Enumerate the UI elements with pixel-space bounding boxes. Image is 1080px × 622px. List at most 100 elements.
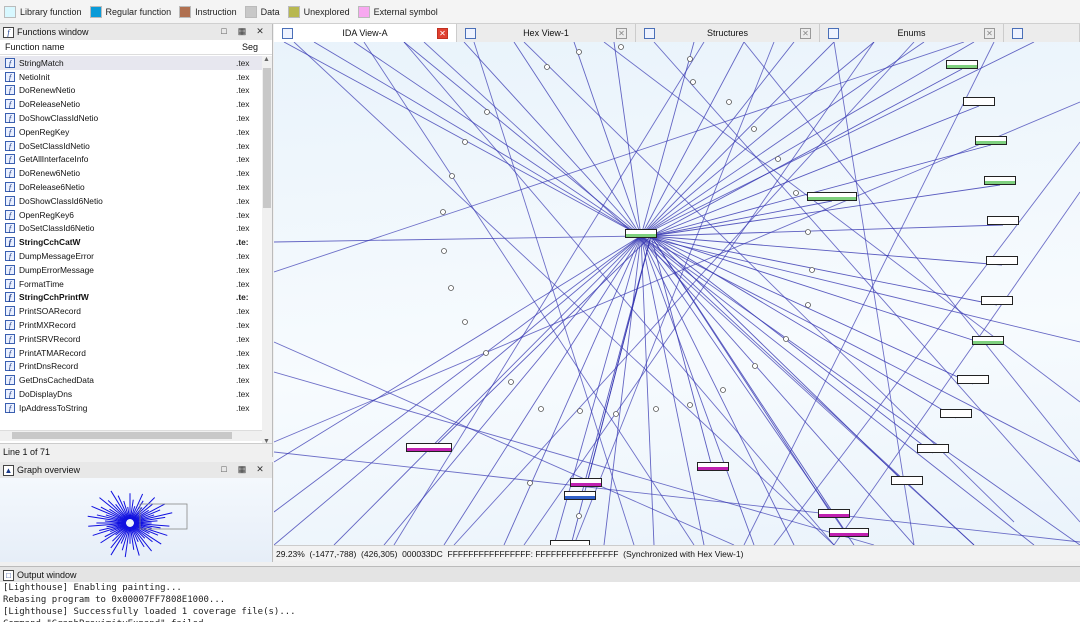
view-tab-bar: IDA View-A ✕ Hex View-1 ✕ Structures ✕ E… [274, 24, 1080, 43]
function-segment: .tex [236, 57, 250, 68]
function-node[interactable] [829, 528, 869, 537]
function-node[interactable] [917, 444, 949, 453]
function-node[interactable] [981, 296, 1013, 305]
scroll-up-icon[interactable]: ▲ [263, 56, 270, 63]
scrollbar-thumb[interactable] [12, 432, 232, 439]
function-row[interactable]: f PrintDnsRecord .tex [0, 360, 262, 374]
function-row[interactable]: f FormatTime .tex [0, 277, 262, 291]
tab-label: Structures [706, 28, 748, 38]
function-node[interactable] [986, 256, 1018, 265]
edge-handle [462, 319, 468, 325]
function-row[interactable]: f StringCchPrintfW .te: [0, 291, 262, 305]
column-header-segment[interactable]: Seg [242, 42, 258, 52]
function-node[interactable] [957, 375, 989, 384]
function-row[interactable]: f DumpErrorMessage .tex [0, 263, 262, 277]
function-row[interactable]: f DoRenew6Netio .tex [0, 166, 262, 180]
node-color-band [976, 141, 1006, 144]
function-node[interactable] [891, 476, 923, 485]
float-icon[interactable]: ▦ [236, 464, 248, 475]
function-row[interactable]: f PrintSOARecord .tex [0, 304, 262, 318]
function-row[interactable]: f DoShowClassIdNetio .tex [0, 111, 262, 125]
function-row[interactable]: f NetioInit .tex [0, 70, 262, 84]
function-node[interactable] [564, 491, 596, 500]
function-segment: .tex [236, 389, 250, 400]
restore-icon[interactable]: □ [218, 26, 230, 36]
function-name: DoReleaseNetio [19, 99, 80, 110]
tab-close-icon[interactable]: ✕ [437, 27, 448, 39]
function-row[interactable]: f DoRelease6Netio .tex [0, 180, 262, 194]
function-row[interactable]: f GetAllInterfaceInfo .tex [0, 153, 262, 167]
restore-icon[interactable]: □ [218, 464, 230, 474]
function-icon: f [5, 99, 15, 110]
function-row[interactable]: f DoSetClassIdNetio .tex [0, 139, 262, 153]
function-segment: .te: [236, 292, 249, 303]
function-row[interactable]: f StringCchCatW .te: [0, 235, 262, 249]
function-node[interactable] [406, 443, 452, 452]
function-node[interactable] [987, 216, 1019, 225]
call-edge [773, 141, 1080, 545]
function-row[interactable]: f DoShowClassId6Netio .tex [0, 194, 262, 208]
function-row[interactable]: f OpenRegKey6 .tex [0, 208, 262, 222]
column-header-function-name[interactable]: Function name [5, 42, 65, 52]
tab-ida-view-a[interactable]: IDA View-A ✕ [274, 24, 457, 42]
edge-handle [538, 406, 544, 412]
function-row[interactable]: f PrintSRVRecord .tex [0, 332, 262, 346]
tab-label: Enums [897, 28, 926, 38]
function-segment: .tex [236, 333, 250, 344]
function-node[interactable] [697, 462, 729, 471]
function-row[interactable]: f DoDisplayDns .tex [0, 387, 262, 401]
graph-overview-thumbnail[interactable] [0, 478, 272, 562]
output-log[interactable]: [Lighthouse] Enabling painting... Rebasin… [0, 582, 1080, 622]
function-row[interactable]: f StringMatch .tex [0, 56, 262, 70]
tab-structures[interactable]: Structures ✕ [636, 24, 820, 42]
function-node[interactable] [972, 336, 1004, 345]
float-icon[interactable]: ▦ [236, 26, 248, 37]
legend-swatch [357, 5, 370, 18]
close-icon[interactable]: ✕ [254, 26, 266, 37]
functions-horizontal-scrollbar[interactable] [0, 430, 262, 441]
function-node[interactable] [975, 136, 1007, 145]
function-row[interactable]: f DoRenewNetio .tex [0, 84, 262, 98]
function-node[interactable] [963, 97, 995, 106]
function-segment: .tex [236, 154, 250, 165]
function-row[interactable]: f IpAddressToString .tex [0, 401, 262, 415]
functions-vertical-scrollbar[interactable]: ▲ ▼ [262, 56, 272, 454]
tab-close-icon[interactable]: ✕ [800, 27, 811, 39]
close-icon[interactable]: ✕ [254, 464, 266, 475]
function-node[interactable] [984, 176, 1016, 185]
ida-graph-view[interactable] [274, 42, 1080, 545]
function-row[interactable]: f PrintMXRecord .tex [0, 318, 262, 332]
edge-handle [618, 44, 624, 50]
function-row[interactable]: f DoReleaseNetio .tex [0, 97, 262, 111]
function-name: DoDisplayDns [19, 389, 73, 400]
scrollbar-thumb[interactable] [263, 68, 271, 208]
tab-close-icon[interactable]: ✕ [616, 27, 627, 39]
function-node[interactable] [570, 478, 602, 487]
function-row[interactable]: f GetDnsCachedData .tex [0, 373, 262, 387]
function-row[interactable]: f DoSetClassId6Netio .tex [0, 222, 262, 236]
edge-handle [726, 99, 732, 105]
function-node[interactable] [940, 409, 972, 418]
call-edge [650, 224, 1004, 237]
function-segment: .tex [236, 306, 250, 317]
function-row[interactable]: f PrintATMARecord .tex [0, 346, 262, 360]
call-edge [463, 42, 642, 237]
edge-handle [809, 267, 815, 273]
function-name: DoSetClassIdNetio [19, 140, 90, 151]
function-node[interactable] [807, 192, 857, 201]
function-node[interactable] [818, 509, 850, 518]
function-node[interactable] [946, 60, 978, 69]
tab-hex-view-1[interactable]: Hex View-1 ✕ [457, 24, 636, 42]
function-row[interactable]: f OpenRegKey .tex [0, 125, 262, 139]
enums-icon [828, 27, 839, 39]
function-name: FormatTime [19, 278, 64, 289]
tab-close-icon[interactable]: ✕ [984, 27, 995, 39]
function-row[interactable]: f DumpMessageError .tex [0, 249, 262, 263]
ida-view-icon [282, 27, 293, 39]
edge-handle [449, 173, 455, 179]
function-node[interactable] [625, 229, 657, 238]
tab-more[interactable] [1004, 24, 1080, 42]
edge-handle [527, 480, 533, 486]
tab-enums[interactable]: Enums ✕ [820, 24, 1004, 42]
graph-overview-canvas[interactable] [0, 478, 272, 562]
